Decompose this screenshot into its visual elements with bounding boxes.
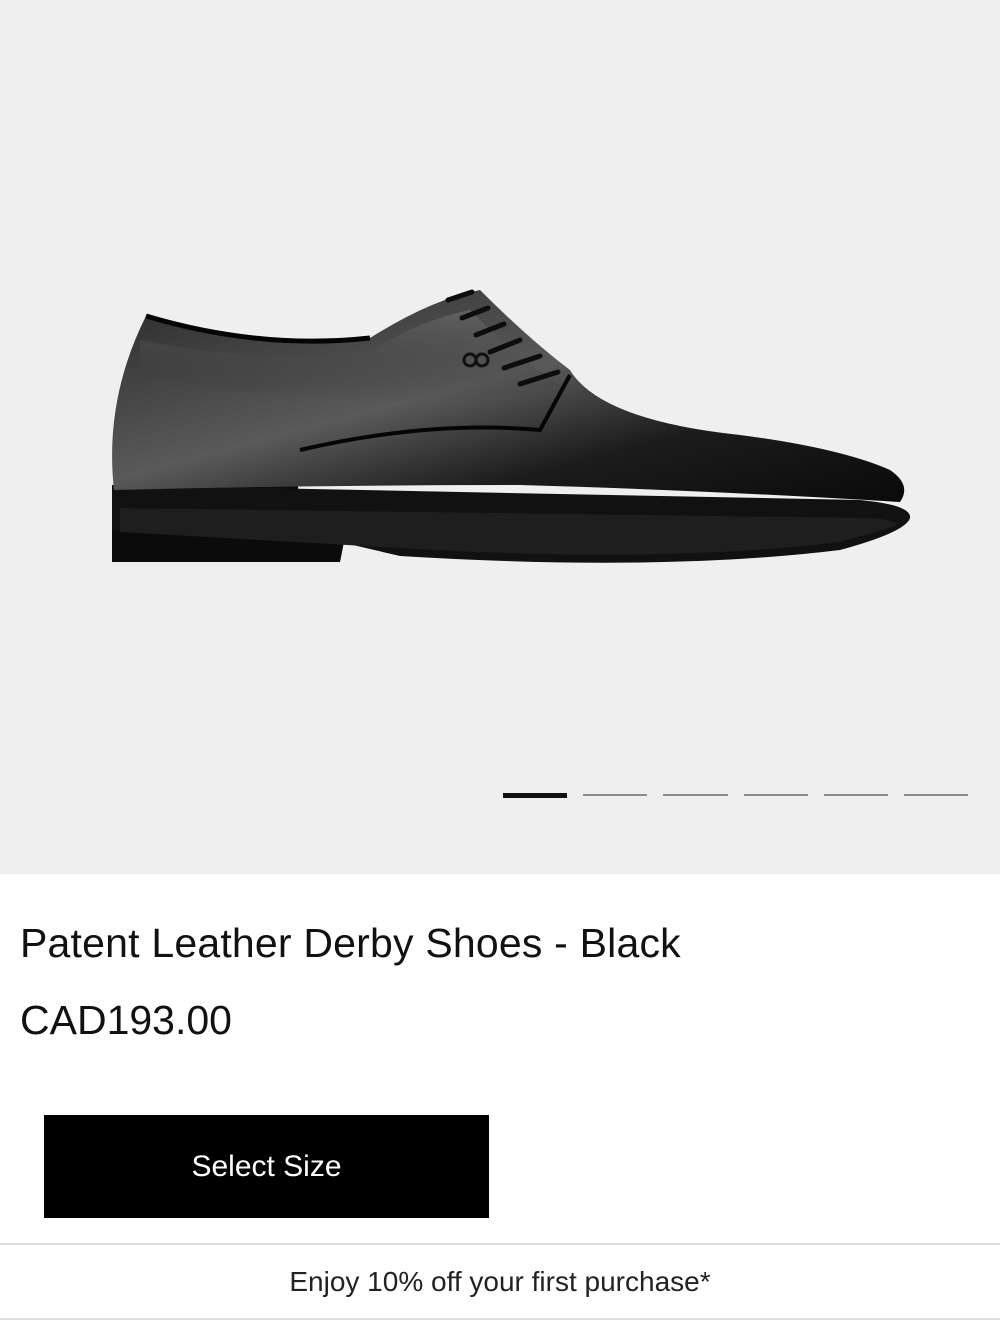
shoe-photo [112,289,911,563]
product-price: CAD193.00 [20,997,232,1043]
carousel-indicator-5[interactable] [823,794,888,796]
promo-banner[interactable]: Enjoy 10% off your first purchase* [0,1266,1000,1298]
select-size-label: Select Size [191,1149,342,1183]
carousel-indicators [503,790,969,800]
carousel-indicator-3[interactable] [663,794,728,796]
select-size-button[interactable]: Select Size [44,1115,489,1218]
carousel-indicator-2[interactable] [583,794,648,796]
divider [0,1318,1000,1320]
carousel-indicator-6[interactable] [903,794,969,796]
carousel-indicator-1[interactable] [503,792,568,798]
carousel-indicator-4[interactable] [743,794,808,796]
product-title: Patent Leather Derby Shoes - Black [20,920,681,966]
divider [0,1243,1000,1245]
product-gallery[interactable] [0,0,1000,874]
